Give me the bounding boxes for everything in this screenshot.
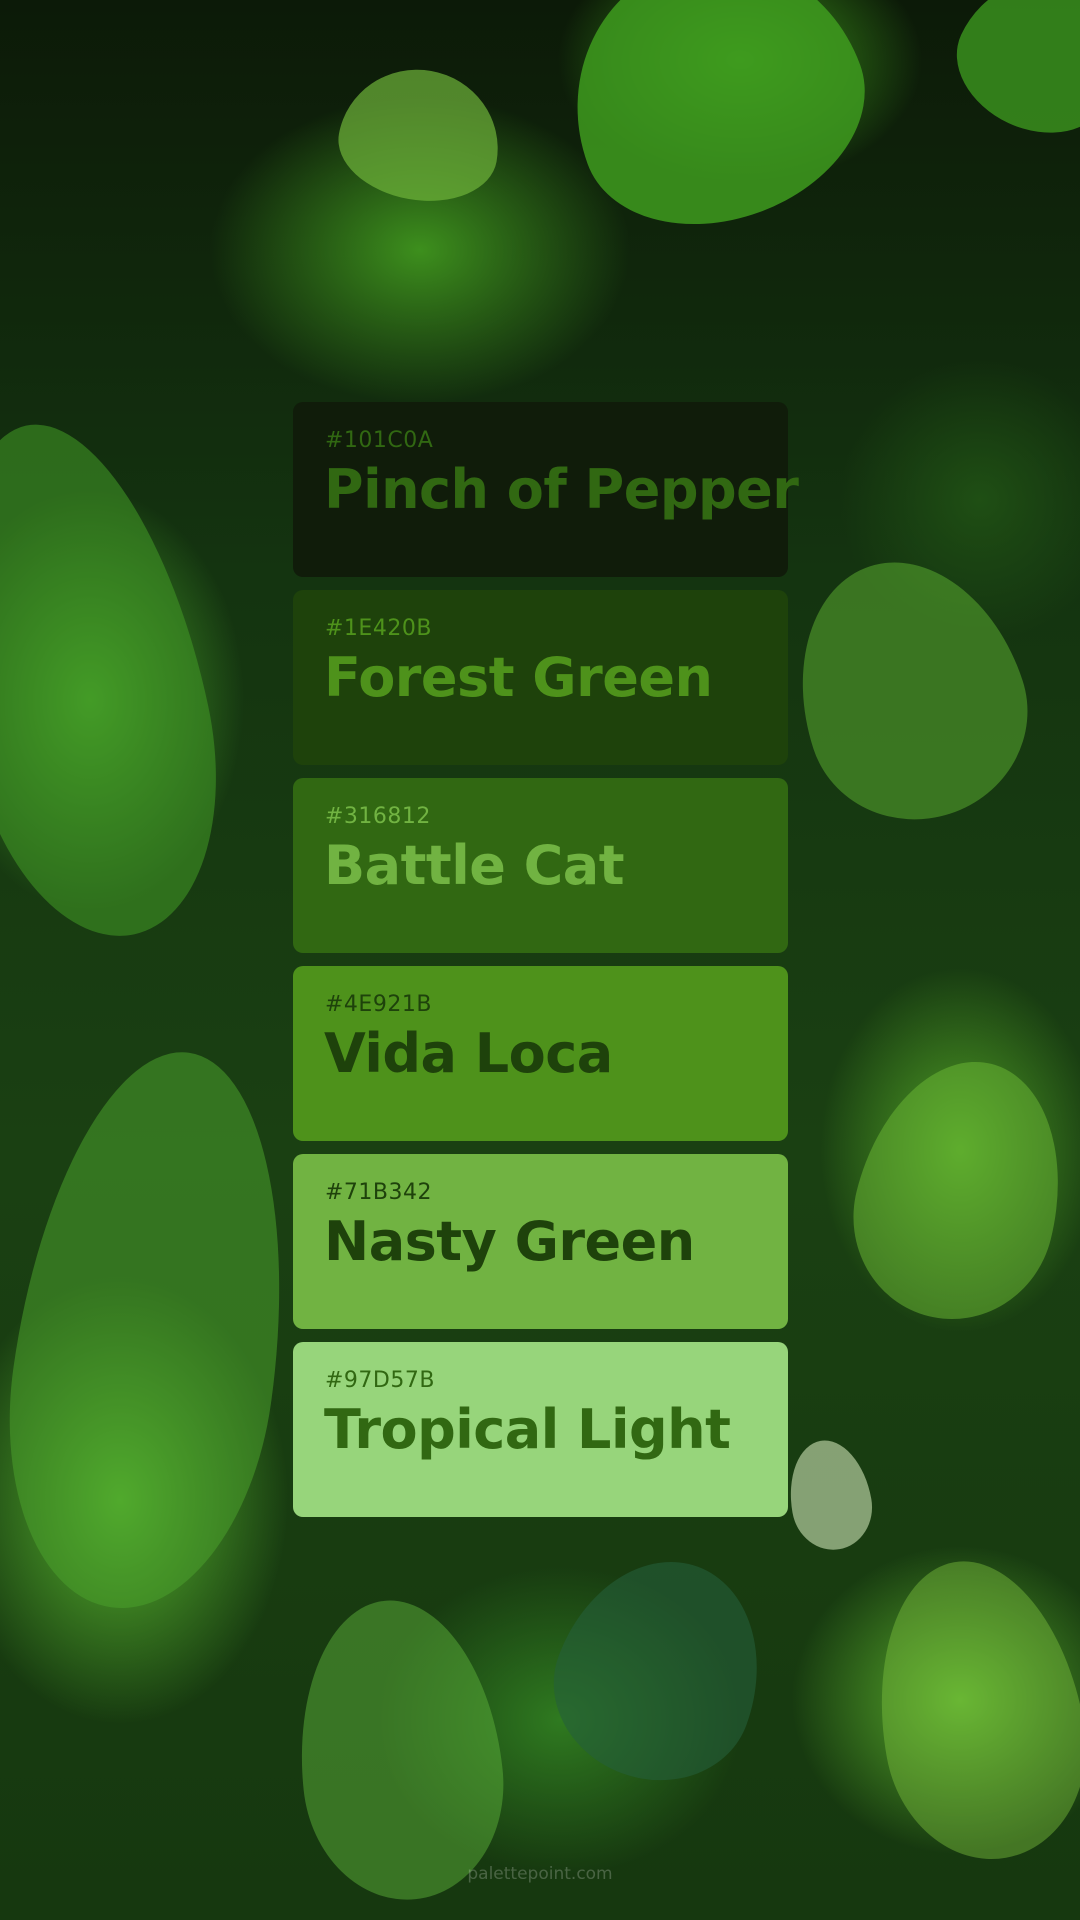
swatch-battle-cat[interactable]: #316812 Battle Cat <box>293 778 788 953</box>
swatch-forest-green[interactable]: #1E420B Forest Green <box>293 590 788 765</box>
swatch-color-name: Pinch of Pepper <box>324 458 799 521</box>
swatch-pinch-of-pepper[interactable]: #101C0A Pinch of Pepper <box>293 402 799 577</box>
swatch-hex-code: #1E420B <box>325 616 432 641</box>
leaf-shape <box>329 57 511 213</box>
leaf-shape <box>528 1532 792 1808</box>
swatch-color-name: Forest Green <box>324 646 713 709</box>
swatch-hex-code: #71B342 <box>325 1180 433 1205</box>
swatch-color-name: Vida Loca <box>324 1022 613 1085</box>
background-foliage-image <box>0 0 1080 1920</box>
swatch-color-name: Nasty Green <box>324 1210 695 1273</box>
swatch-hex-code: #101C0A <box>325 428 434 453</box>
swatch-color-name: Battle Cat <box>324 834 625 897</box>
leaf-shape <box>0 1034 318 1626</box>
swatch-hex-code: #316812 <box>325 804 431 829</box>
swatch-hex-code: #97D57B <box>325 1368 435 1393</box>
swatch-color-name: Tropical Light <box>324 1398 731 1461</box>
leaf-shape <box>534 0 896 262</box>
leaf-shape <box>855 1544 1080 1876</box>
leaf-shape <box>831 1039 1080 1341</box>
leaf-shape <box>284 1590 516 1910</box>
leaf-shape <box>935 0 1080 157</box>
swatch-tropical-light[interactable]: #97D57B Tropical Light <box>293 1342 788 1517</box>
swatch-nasty-green[interactable]: #71B342 Nasty Green <box>293 1154 788 1329</box>
swatch-vida-loca[interactable]: #4E921B Vida Loca <box>293 966 788 1141</box>
leaf-shape <box>765 532 1055 848</box>
leaf-shape <box>781 1433 879 1557</box>
swatch-hex-code: #4E921B <box>325 992 432 1017</box>
site-watermark: palettepoint.com <box>467 1864 613 1884</box>
leaf-shape <box>0 400 252 960</box>
